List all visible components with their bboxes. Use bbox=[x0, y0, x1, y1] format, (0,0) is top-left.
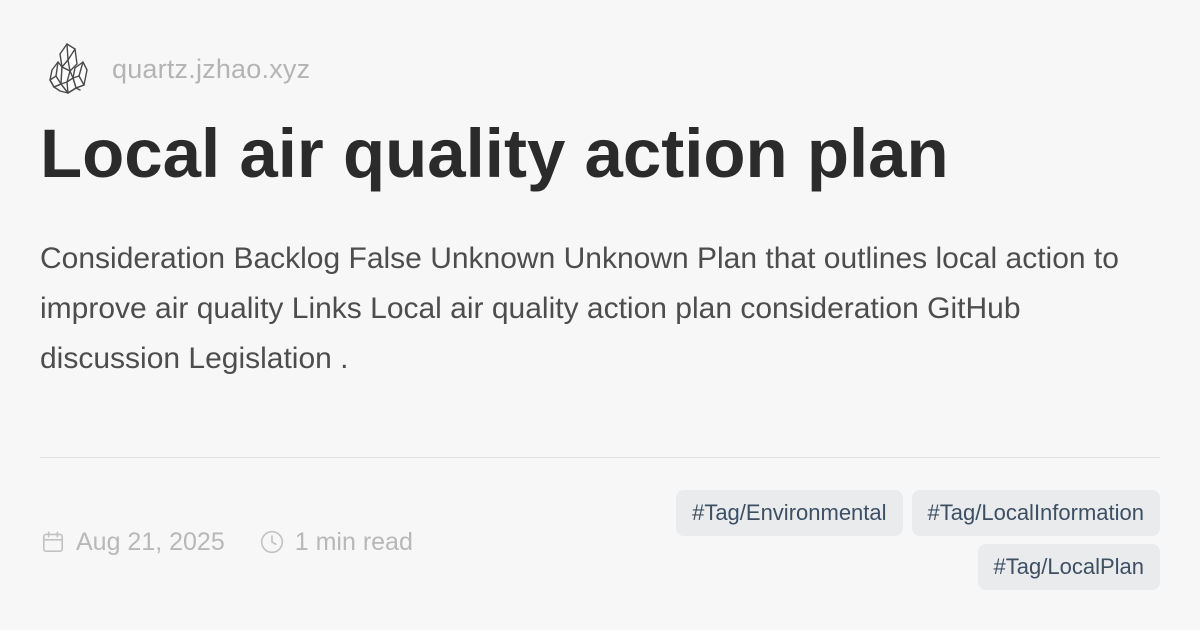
reading-time: 1 min read bbox=[294, 527, 413, 556]
page-meta: Aug 21, 2025 1 min read bbox=[40, 524, 413, 560]
page-title: Local air quality action plan bbox=[40, 115, 949, 192]
divider bbox=[40, 457, 1160, 458]
tag-localinformation[interactable]: #Tag/LocalInformation bbox=[911, 490, 1160, 536]
site-header: quartz.jzhao.xyz bbox=[46, 40, 310, 98]
reading-time-meta: 1 min read bbox=[259, 528, 413, 557]
site-name[interactable]: quartz.jzhao.xyz bbox=[112, 54, 310, 85]
publish-date: Aug 21, 2025 bbox=[76, 527, 225, 556]
crystal-logo-icon bbox=[49, 43, 88, 94]
page-description: Consideration Backlog False Unknown Unkn… bbox=[40, 242, 1119, 375]
clock-icon bbox=[260, 530, 283, 554]
tag-list: #Tag/Environmental #Tag/LocalInformation… bbox=[600, 490, 1160, 590]
calendar-icon bbox=[42, 531, 64, 553]
tag-localplan[interactable]: #Tag/LocalPlan bbox=[977, 544, 1160, 590]
og-card: quartz.jzhao.xyz Local air quality actio… bbox=[0, 0, 1200, 630]
date-meta: Aug 21, 2025 bbox=[40, 528, 225, 557]
tag-environmental[interactable]: #Tag/Environmental bbox=[676, 490, 903, 536]
